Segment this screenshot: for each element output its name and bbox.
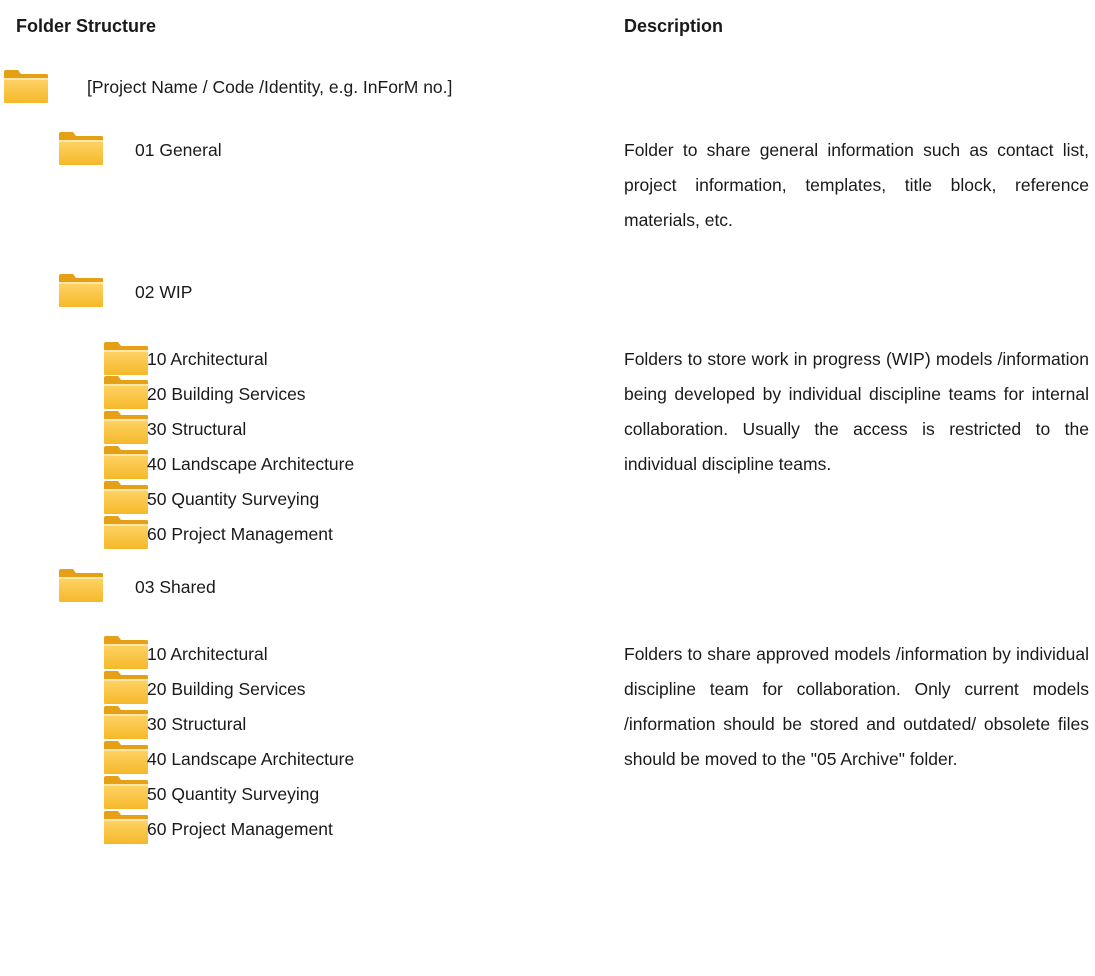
folder-icon	[103, 809, 149, 845]
folder-icon	[103, 479, 149, 515]
folder-icon	[3, 68, 49, 104]
general-folder-label[interactable]: 01 General	[135, 139, 222, 161]
folder-structure-header: Folder Structure	[16, 16, 157, 36]
folder-icon	[103, 374, 149, 410]
wip-child-label[interactable]: 50 Quantity Surveying	[147, 488, 319, 510]
shared-child-label[interactable]: 40 Landscape Architecture	[147, 748, 354, 770]
folder-icon	[58, 272, 104, 308]
shared-child-label[interactable]: 10 Architectural	[147, 643, 268, 665]
root-folder-label[interactable]: [Project Name / Code /Identity, e.g. InF…	[87, 76, 452, 98]
wip-folder-label[interactable]: 02 WIP	[135, 281, 192, 303]
folder-icon	[103, 340, 149, 376]
wip-child-label[interactable]: 30 Structural	[147, 418, 246, 440]
wip-child-label[interactable]: 10 Architectural	[147, 348, 268, 370]
folder-icon	[103, 774, 149, 810]
shared-child-label[interactable]: 60 Project Management	[147, 818, 333, 840]
folder-icon	[103, 514, 149, 550]
folder-icon	[58, 567, 104, 603]
wip-child-label[interactable]: 20 Building Services	[147, 383, 306, 405]
description-header: Description	[624, 16, 724, 36]
folder-icon	[103, 409, 149, 445]
folder-icon	[103, 739, 149, 775]
wip-child-label[interactable]: 60 Project Management	[147, 523, 333, 545]
shared-child-label[interactable]: 20 Building Services	[147, 678, 306, 700]
shared-folder-label[interactable]: 03 Shared	[135, 576, 216, 598]
shared-child-label[interactable]: 50 Quantity Surveying	[147, 783, 319, 805]
folder-icon	[103, 444, 149, 480]
folder-icon	[103, 704, 149, 740]
shared-child-label[interactable]: 30 Structural	[147, 713, 246, 735]
folder-icon	[58, 130, 104, 166]
wip-description: Folders to store work in progress (WIP) …	[624, 349, 1089, 474]
shared-description: Folders to share approved models /inform…	[624, 644, 1089, 769]
general-description: Folder to share general information such…	[624, 140, 1089, 230]
wip-child-label[interactable]: 40 Landscape Architecture	[147, 453, 354, 475]
folder-icon	[103, 669, 149, 705]
folder-icon	[103, 634, 149, 670]
